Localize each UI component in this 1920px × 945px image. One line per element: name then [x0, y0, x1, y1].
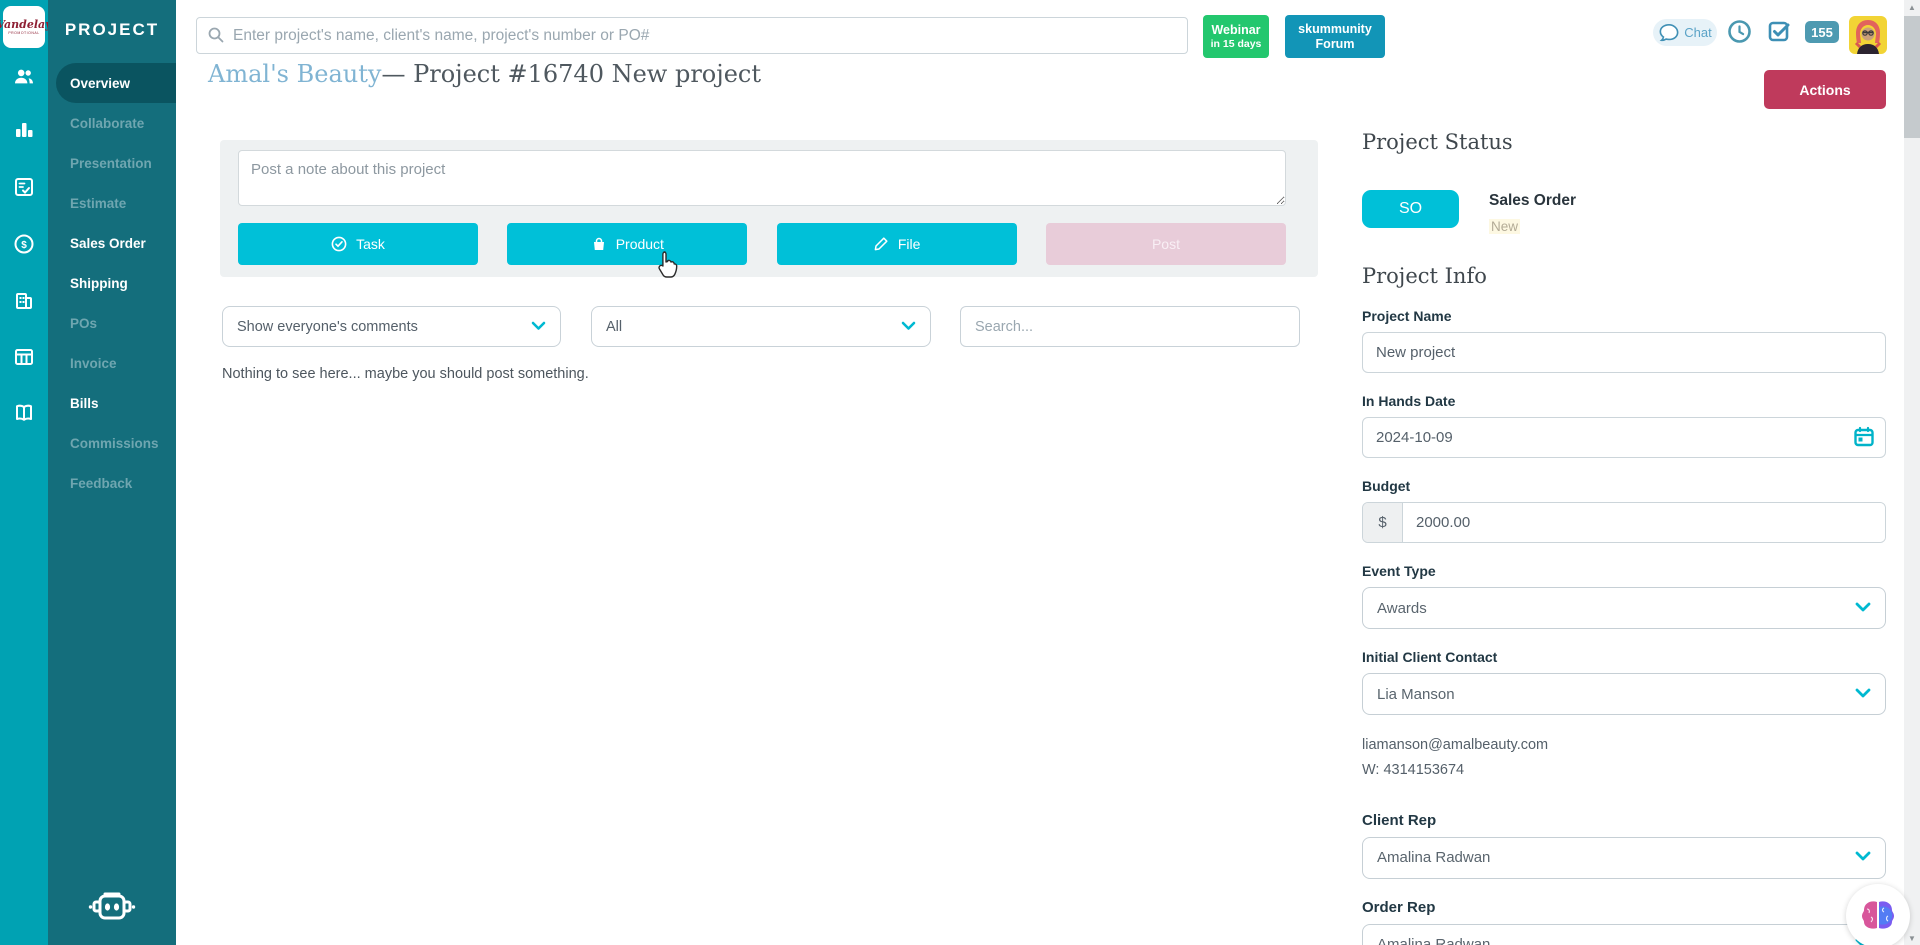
note-textarea[interactable] [238, 150, 1286, 206]
notification-count-badge[interactable]: 155 [1805, 21, 1839, 43]
event-type-label: Event Type [1362, 563, 1886, 579]
task-check-icon [331, 236, 347, 252]
logo-text: Vandelay [0, 19, 52, 30]
chat-bubble-icon [1658, 23, 1680, 43]
chevron-down-icon [1855, 600, 1871, 617]
in-hands-date-field [1362, 417, 1886, 458]
scroll-down-arrow[interactable]: ▼ [1904, 931, 1920, 945]
client-rep-select[interactable]: Amalina Radwan [1362, 837, 1886, 879]
client-name-link[interactable]: Amal's Beauty [208, 60, 381, 88]
global-search [196, 17, 1188, 54]
in-hands-date-input[interactable] [1362, 417, 1886, 458]
order-rep-select[interactable]: Amalina Radwan [1362, 924, 1886, 945]
project-page: Vandelay PROMOTIONAL $ PROJECT Overview [0, 0, 1920, 945]
contact-email: liamanson@amalbeauty.com [1362, 733, 1886, 758]
sidebar-item-invoice[interactable]: Invoice [48, 343, 176, 383]
project-info-heading: Project Info [1362, 264, 1886, 288]
stage-name: Sales Order [1489, 192, 1576, 210]
comments-filter-dropdown[interactable]: Show everyone's comments [222, 306, 561, 347]
page-title: Amal's Beauty— Project #16740 New projec… [208, 60, 761, 88]
chevron-down-icon [1855, 686, 1871, 703]
svg-text:$: $ [21, 240, 27, 251]
sidebar-item-collaborate[interactable]: Collaborate [48, 103, 176, 143]
budget-field: $ [1362, 502, 1886, 543]
client-rep-label: Client Rep [1362, 812, 1886, 829]
project-sidebar: PROJECT Overview Collaborate Presentatio… [48, 0, 176, 945]
title-dash: — [381, 60, 405, 88]
logo-tagline: PROMOTIONAL [8, 31, 39, 35]
order-list-icon[interactable] [12, 175, 36, 199]
users-icon[interactable] [12, 65, 36, 89]
sidebar-title: PROJECT [48, 20, 176, 40]
contact-phone: W: 4314153674 [1362, 758, 1886, 783]
initial-client-contact-select[interactable]: Lia Manson [1362, 673, 1886, 715]
scroll-up-arrow[interactable]: ▲ [1904, 0, 1920, 14]
order-rep-label: Order Rep [1362, 899, 1886, 916]
project-name-input[interactable] [1362, 332, 1886, 373]
book-icon[interactable] [12, 401, 36, 425]
actions-button[interactable]: Actions [1764, 70, 1886, 109]
sidebar-item-overview[interactable]: Overview [56, 63, 176, 103]
note-composer: Task Product File Post [220, 140, 1318, 277]
shopping-bag-icon [591, 236, 607, 252]
global-search-input[interactable] [196, 17, 1188, 54]
budget-input[interactable] [1403, 503, 1885, 542]
feed-search-input[interactable] [960, 306, 1300, 347]
empty-feed-message: Nothing to see here... maybe you should … [222, 366, 589, 382]
project-nav: Overview Collaborate Presentation Estima… [48, 63, 176, 503]
sidebar-item-sales-order[interactable]: Sales Order [48, 223, 176, 263]
sales-order-badge[interactable]: SO [1362, 190, 1459, 228]
project-title: Project #16740 New project [413, 60, 761, 88]
project-name-label: Project Name [1362, 308, 1886, 324]
search-icon [207, 26, 225, 49]
clock-icon[interactable] [1727, 19, 1752, 49]
company-logo[interactable]: Vandelay PROMOTIONAL [3, 6, 45, 48]
main-content: Webinar in 15 days skummunity Forum Chat… [176, 0, 1920, 945]
assistant-widget[interactable] [1846, 884, 1910, 945]
sidebar-item-pos[interactable]: POs [48, 303, 176, 343]
dollar-circle-icon[interactable]: $ [12, 232, 36, 256]
calendar-icon[interactable] [1853, 426, 1875, 448]
scrollbar-thumb[interactable] [1904, 16, 1920, 138]
type-filter-dropdown[interactable]: All [591, 306, 931, 347]
project-info-panel: Project Status SO Sales Order New Projec… [1362, 130, 1886, 945]
chevron-down-icon [531, 319, 546, 335]
sidebar-item-presentation[interactable]: Presentation [48, 143, 176, 183]
page-scrollbar[interactable]: ▲ ▼ [1904, 0, 1920, 945]
bar-chart-icon[interactable] [12, 118, 36, 142]
webinar-button[interactable]: Webinar in 15 days [1203, 15, 1269, 58]
forum-button[interactable]: skummunity Forum [1285, 15, 1385, 58]
user-avatar[interactable] [1849, 16, 1887, 54]
icon-rail: Vandelay PROMOTIONAL $ [0, 0, 48, 945]
status-row: SO Sales Order New [1362, 190, 1886, 236]
sidebar-item-shipping[interactable]: Shipping [48, 263, 176, 303]
add-task-button[interactable]: Task [238, 223, 478, 265]
initial-client-contact-label: Initial Client Contact [1362, 649, 1886, 665]
budget-label: Budget [1362, 478, 1886, 494]
sidebar-item-estimate[interactable]: Estimate [48, 183, 176, 223]
sidebar-item-bills[interactable]: Bills [48, 383, 176, 423]
event-type-select[interactable]: Awards [1362, 587, 1886, 629]
composer-buttons: Task Product File Post [238, 223, 1286, 265]
currency-prefix: $ [1363, 503, 1403, 542]
add-file-button[interactable]: File [777, 223, 1017, 265]
contact-details: liamanson@amalbeauty.com W: 4314153674 [1362, 733, 1886, 784]
brain-icon [1859, 899, 1897, 933]
robot-icon[interactable] [48, 887, 176, 929]
sidebar-item-feedback[interactable]: Feedback [48, 463, 176, 503]
sidebar-item-commissions[interactable]: Commissions [48, 423, 176, 463]
post-button[interactable]: Post [1046, 223, 1286, 265]
stage-status[interactable]: New [1489, 219, 1520, 234]
pencil-icon [873, 236, 889, 252]
company-icon[interactable] [12, 289, 36, 313]
in-hands-date-label: In Hands Date [1362, 393, 1886, 409]
add-product-button[interactable]: Product [507, 223, 747, 265]
table-icon[interactable] [12, 345, 36, 369]
task-checkbox-icon[interactable] [1767, 19, 1792, 49]
chat-button[interactable]: Chat [1653, 19, 1717, 46]
project-status-heading: Project Status [1362, 130, 1886, 154]
chevron-down-icon [901, 319, 916, 335]
chevron-down-icon [1855, 849, 1871, 866]
